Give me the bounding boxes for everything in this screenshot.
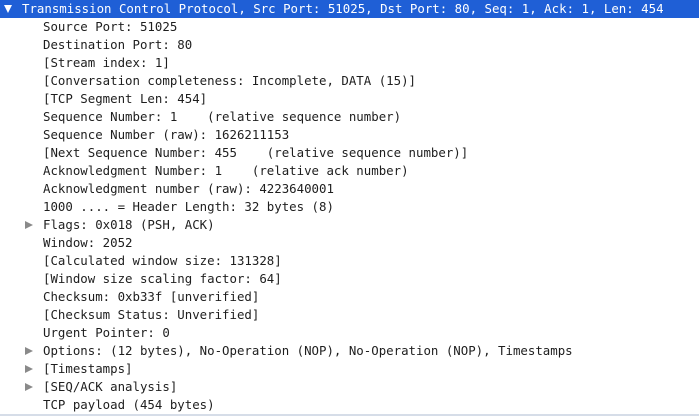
tree-field-row[interactable]: 1000 .... = Header Length: 32 bytes (8) bbox=[0, 198, 699, 216]
tree-field-label: [SEQ/ACK analysis] bbox=[43, 379, 178, 394]
tree-field-row[interactable]: [Next Sequence Number: 455 (relative seq… bbox=[0, 144, 699, 162]
tree-field-row[interactable]: [TCP Segment Len: 454] bbox=[0, 90, 699, 108]
tcp-header-label: Transmission Control Protocol, Src Port:… bbox=[22, 1, 664, 16]
tree-field-row[interactable]: [Checksum Status: Unverified] bbox=[0, 306, 699, 324]
tree-field-row[interactable]: Acknowledgment number (raw): 4223640001 bbox=[0, 180, 699, 198]
tree-field-label: [Window size scaling factor: 64] bbox=[43, 271, 282, 286]
chevron-right-icon[interactable] bbox=[21, 378, 37, 396]
tree-field-row[interactable]: [Window size scaling factor: 64] bbox=[0, 270, 699, 288]
tree-field-label: [TCP Segment Len: 454] bbox=[43, 91, 208, 106]
tree-field-row[interactable]: Flags: 0x018 (PSH, ACK) bbox=[0, 216, 699, 234]
tree-field-label: Window: 2052 bbox=[43, 235, 133, 250]
tree-field-label: Sequence Number: 1 (relative sequence nu… bbox=[43, 109, 402, 124]
tree-field-label: [Conversation completeness: Incomplete, … bbox=[43, 73, 416, 88]
tree-field-row[interactable]: Sequence Number (raw): 1626211153 bbox=[0, 126, 699, 144]
chevron-right-icon[interactable] bbox=[21, 360, 37, 378]
tree-field-label: Flags: 0x018 (PSH, ACK) bbox=[43, 217, 215, 232]
tree-field-row[interactable]: [Timestamps] bbox=[0, 360, 699, 378]
tree-field-label: [Timestamps] bbox=[43, 361, 133, 376]
tree-field-label: Options: (12 bytes), No-Operation (NOP),… bbox=[43, 343, 573, 358]
tree-field-row[interactable]: Window: 2052 bbox=[0, 234, 699, 252]
tree-field-label: Sequence Number (raw): 1626211153 bbox=[43, 127, 290, 142]
tree-field-label: [Checksum Status: Unverified] bbox=[43, 307, 260, 322]
tree-field-row[interactable]: Source Port: 51025 bbox=[0, 18, 699, 36]
tree-field-row[interactable]: [Conversation completeness: Incomplete, … bbox=[0, 72, 699, 90]
tree-field-label: [Stream index: 1] bbox=[43, 55, 170, 70]
tree-field-label: Acknowledgment number (raw): 4223640001 bbox=[43, 181, 334, 196]
tree-field-label: Source Port: 51025 bbox=[43, 19, 178, 34]
tree-field-row[interactable]: Urgent Pointer: 0 bbox=[0, 324, 699, 342]
chevron-down-icon[interactable] bbox=[0, 0, 16, 18]
tree-field-label: [Next Sequence Number: 455 (relative seq… bbox=[43, 145, 469, 160]
chevron-right-icon[interactable] bbox=[21, 216, 37, 234]
tree-field-row[interactable]: Options: (12 bytes), No-Operation (NOP),… bbox=[0, 342, 699, 360]
tree-field-row[interactable]: Checksum: 0xb33f [unverified] bbox=[0, 288, 699, 306]
tree-field-label: [Calculated window size: 131328] bbox=[43, 253, 282, 268]
tree-field-row[interactable]: [Stream index: 1] bbox=[0, 54, 699, 72]
tree-field-row[interactable]: [Calculated window size: 131328] bbox=[0, 252, 699, 270]
tree-field-row[interactable]: Destination Port: 80 bbox=[0, 36, 699, 54]
tree-field-row[interactable]: [SEQ/ACK analysis] bbox=[0, 378, 699, 396]
chevron-right-icon[interactable] bbox=[21, 342, 37, 360]
tree-field-row[interactable]: Acknowledgment Number: 1 (relative ack n… bbox=[0, 162, 699, 180]
tree-field-label: Checksum: 0xb33f [unverified] bbox=[43, 289, 260, 304]
tree-field-label: Destination Port: 80 bbox=[43, 37, 193, 52]
tree-field-row[interactable]: TCP payload (454 bytes) bbox=[0, 396, 699, 414]
tree-field-label: Acknowledgment Number: 1 (relative ack n… bbox=[43, 163, 409, 178]
tree-field-label: Urgent Pointer: 0 bbox=[43, 325, 170, 340]
tree-field-label: 1000 .... = Header Length: 32 bytes (8) bbox=[43, 199, 334, 214]
tcp-header-row[interactable]: Transmission Control Protocol, Src Port:… bbox=[0, 0, 699, 18]
tree-field-row[interactable]: Sequence Number: 1 (relative sequence nu… bbox=[0, 108, 699, 126]
packet-details-tree: Transmission Control Protocol, Src Port:… bbox=[0, 0, 699, 416]
tree-field-label: TCP payload (454 bytes) bbox=[43, 397, 215, 412]
